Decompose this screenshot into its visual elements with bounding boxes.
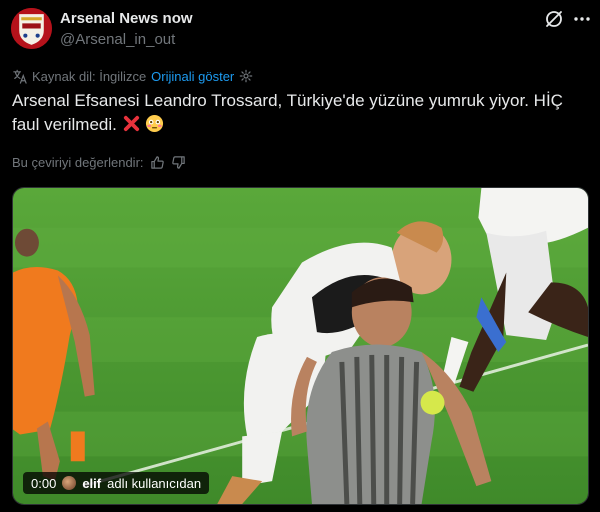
- more-options-icon[interactable]: [572, 9, 592, 29]
- author-avatar[interactable]: [11, 8, 52, 49]
- credit-user-avatar: [62, 476, 77, 490]
- credit-suffix: adlı kullanıcıdan: [107, 475, 202, 491]
- author-display-name[interactable]: Arsenal News now: [60, 10, 193, 27]
- gear-icon[interactable]: [239, 69, 253, 83]
- video-timestamp: 0:00: [31, 475, 57, 491]
- grok-icon[interactable]: [544, 9, 564, 29]
- author-handle[interactable]: @Arsenal_in_out: [60, 31, 175, 48]
- show-original-link[interactable]: Orijinali göster: [151, 69, 234, 84]
- video-player[interactable]: 0:00 elif adlı kullanıcıdan: [12, 187, 589, 505]
- tweet-text-line-1: Arsenal Efsanesi Leandro Trossard, Türki…: [12, 91, 563, 110]
- rate-translation-label: Bu çeviriyi değerlendir:: [12, 154, 144, 170]
- tweet: Arsenal News now @Arsenal_in_out Kaynak …: [0, 0, 600, 512]
- arsenal-crest-icon: [11, 8, 52, 49]
- translate-icon: [12, 69, 27, 84]
- thumbs-up-icon[interactable]: [150, 155, 165, 170]
- translation-info: Kaynak dil: İngilizce Orijinali göster: [12, 68, 253, 84]
- flushed-face-emoji-icon: [145, 114, 164, 133]
- tweet-text-line-2-wrap: faul verilmedi.: [12, 113, 592, 137]
- thumbs-down-icon[interactable]: [171, 155, 186, 170]
- tweet-text-line-2: faul verilmedi.: [12, 115, 117, 134]
- credit-username[interactable]: elif: [82, 476, 101, 491]
- video-overlay-bar: 0:00 elif adlı kullanıcıdan: [23, 472, 210, 494]
- source-language-label: Kaynak dil: İngilizce: [32, 68, 147, 84]
- rate-translation: Bu çeviriyi değerlendir:: [12, 153, 186, 171]
- football-match-video-frame: [13, 188, 588, 504]
- cross-mark-emoji-icon: [122, 114, 141, 133]
- tweet-text: Arsenal Efsanesi Leandro Trossard, Türki…: [12, 89, 592, 137]
